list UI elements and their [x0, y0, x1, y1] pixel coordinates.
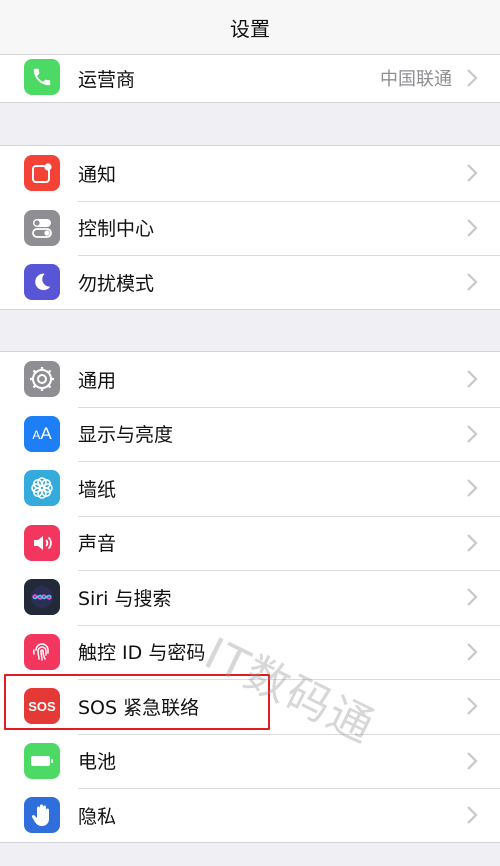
fingerprint-icon: [24, 633, 60, 670]
notifications-icon: [24, 155, 60, 192]
row-label: 触控 ID 与密码: [78, 642, 206, 665]
display-aa-icon: AA: [24, 415, 60, 452]
chevron-right-icon: [467, 642, 478, 661]
settings-row-wallpaper[interactable]: 墙纸: [0, 461, 500, 516]
chevron-right-icon: [467, 533, 478, 552]
carrier-label: 运营商: [78, 68, 136, 91]
row-label: 电池: [78, 751, 117, 774]
settings-row-siri[interactable]: Siri 与搜索: [0, 570, 500, 625]
row-label: 隐私: [78, 805, 117, 828]
display-glyph-large: A: [40, 423, 52, 443]
settings-row-touch-id[interactable]: 触控 ID 与密码: [0, 624, 500, 680]
row-label: 控制中心: [78, 218, 155, 241]
notifications-group: 通知 控制中心 勿扰模式: [0, 145, 500, 310]
row-label: 通知: [78, 163, 117, 186]
chevron-right-icon: [467, 751, 478, 770]
settings-row-display[interactable]: AA 显示与亮度: [0, 406, 500, 462]
carrier-value: 中国联通: [380, 69, 452, 90]
settings-row-notifications[interactable]: 通知: [0, 146, 500, 201]
phone-icon: [24, 59, 60, 95]
settings-row-sounds[interactable]: 声音: [0, 515, 500, 571]
moon-icon: [24, 264, 60, 301]
page-title: 设置: [230, 16, 270, 41]
siri-icon: [24, 579, 60, 616]
carrier-group: 运营商 中国联通: [0, 55, 500, 103]
row-label: SOS 紧急联络: [78, 696, 200, 719]
settings-row-do-not-disturb[interactable]: 勿扰模式: [0, 255, 500, 310]
wallpaper-flower-icon: [24, 470, 60, 507]
general-group: 通用 AA 显示与亮度 墙纸 声音 Siri 与搜索 触控 ID 与密码 SOS…: [0, 351, 500, 843]
settings-row-carrier[interactable]: 运营商 中国联通: [0, 55, 500, 101]
settings-row-privacy[interactable]: 隐私: [0, 788, 500, 843]
chevron-right-icon: [467, 479, 478, 498]
row-label: 显示与亮度: [78, 424, 174, 447]
settings-row-emergency-sos[interactable]: SOS SOS 紧急联络: [0, 679, 500, 734]
chevron-right-icon: [467, 69, 478, 87]
row-label: 勿扰模式: [78, 272, 155, 295]
battery-icon: [24, 742, 60, 779]
sos-glyph: SOS: [28, 698, 56, 714]
chevron-right-icon: [467, 588, 478, 607]
settings-row-battery[interactable]: 电池: [0, 733, 500, 789]
settings-row-control-center[interactable]: 控制中心: [0, 200, 500, 256]
row-label: 声音: [78, 533, 117, 556]
sos-icon: SOS: [24, 688, 60, 725]
gear-icon: [24, 361, 60, 398]
chevron-right-icon: [467, 273, 478, 292]
row-label: 通用: [78, 369, 117, 392]
row-label: 墙纸: [78, 478, 117, 501]
chevron-right-icon: [467, 218, 478, 237]
row-label: Siri 与搜索: [78, 587, 172, 610]
chevron-right-icon: [467, 370, 478, 389]
control-center-icon: [24, 209, 60, 246]
chevron-right-icon: [467, 697, 478, 716]
speaker-icon: [24, 524, 60, 561]
chevron-right-icon: [467, 164, 478, 183]
navigation-bar: 设置: [0, 0, 500, 55]
chevron-right-icon: [467, 806, 478, 825]
hand-icon: [24, 797, 60, 834]
settings-row-general[interactable]: 通用: [0, 352, 500, 407]
chevron-right-icon: [467, 424, 478, 443]
